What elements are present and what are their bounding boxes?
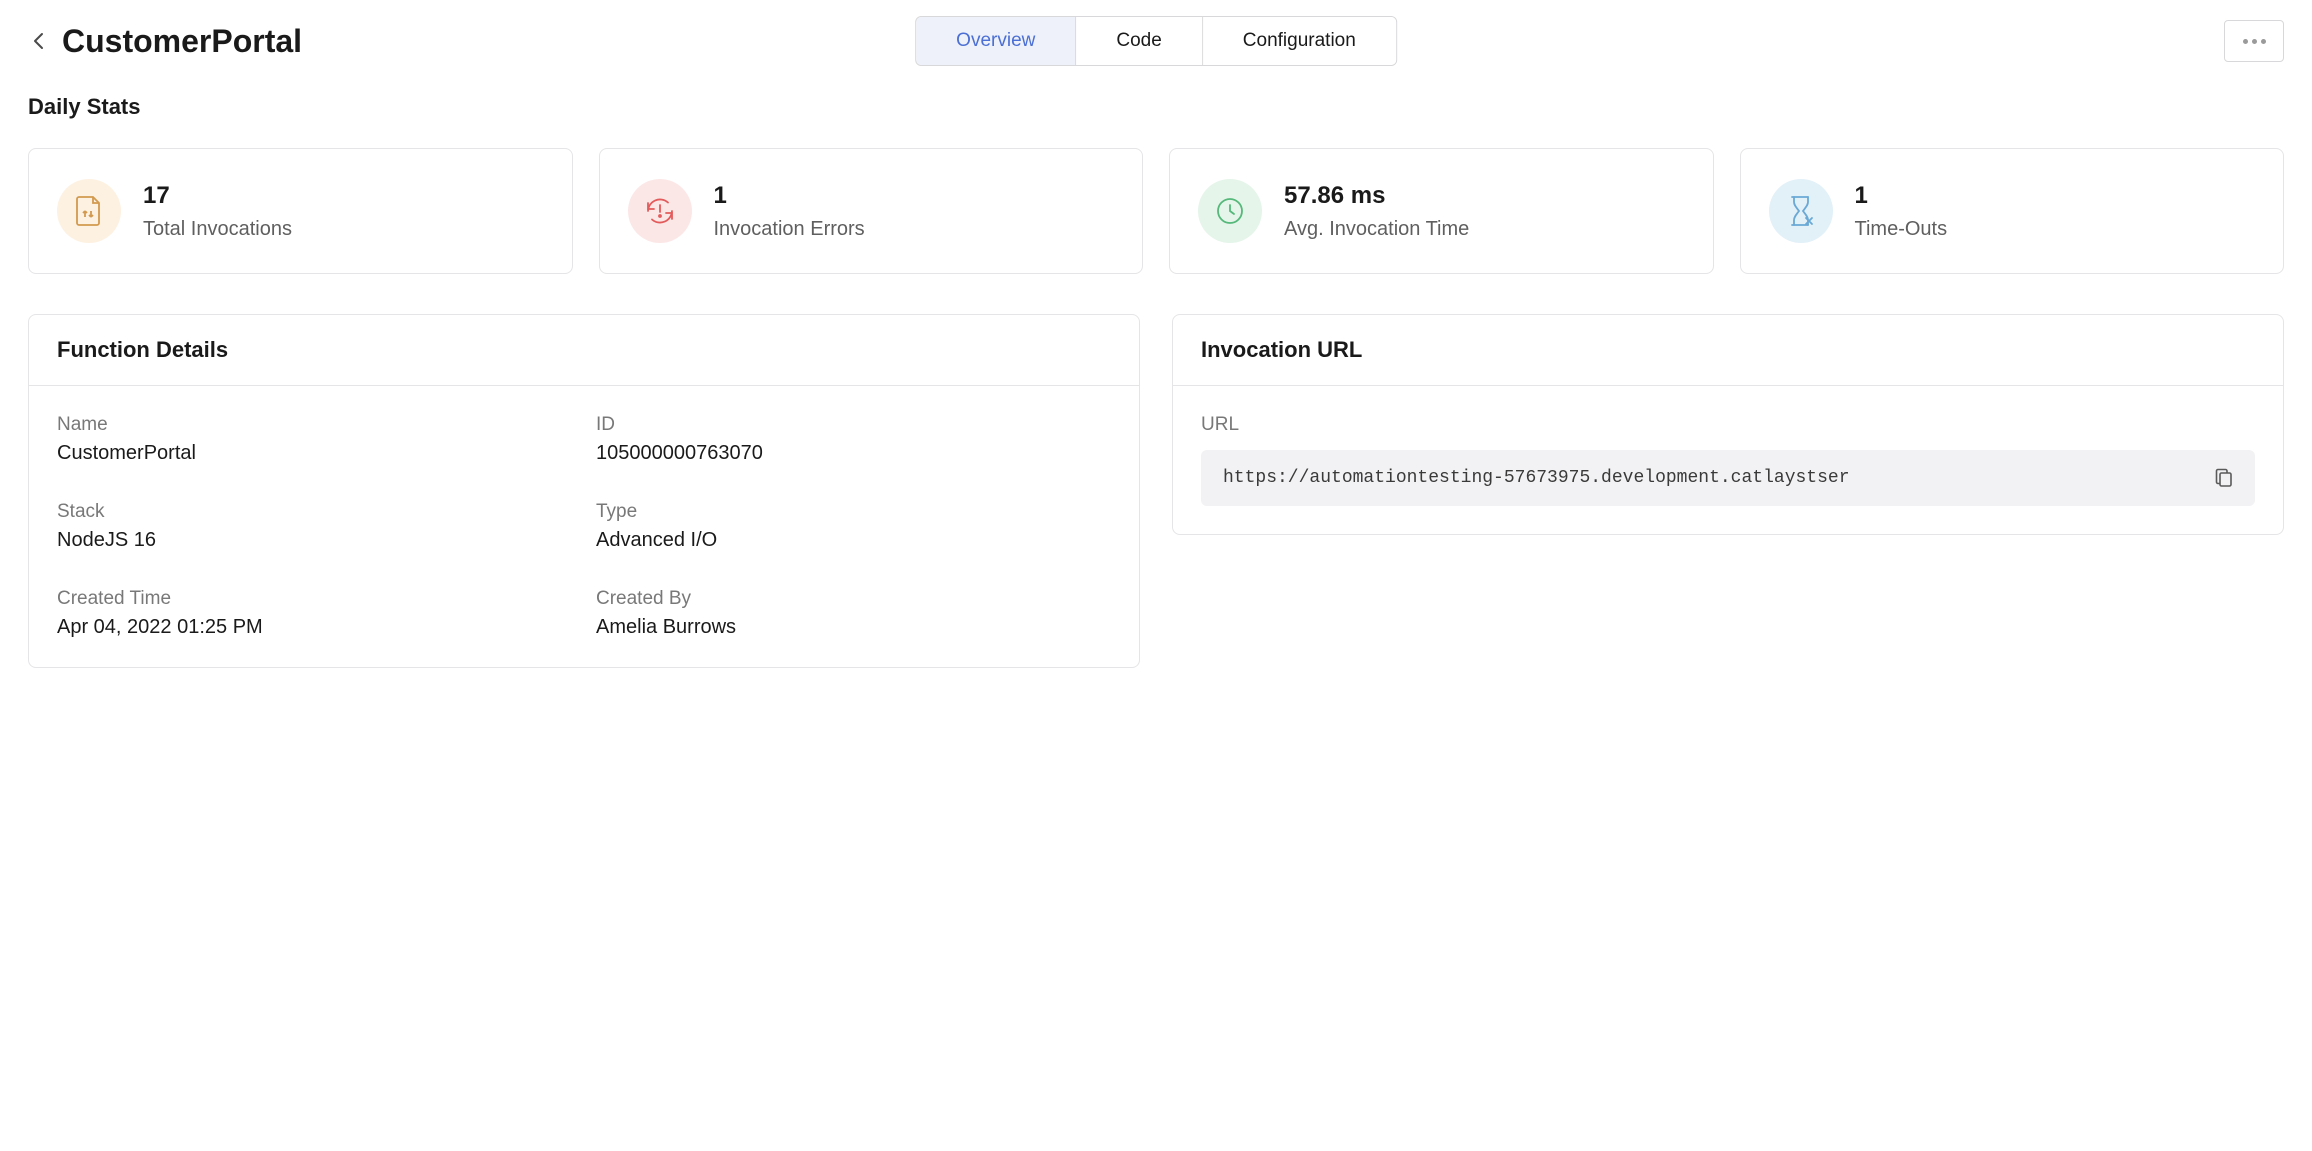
more-dot-icon xyxy=(2261,39,2266,44)
copy-icon xyxy=(2215,468,2233,488)
back-button[interactable] xyxy=(28,31,48,51)
error-retry-icon xyxy=(628,179,692,243)
clock-icon xyxy=(1198,179,1262,243)
detail-item: Type Advanced I/O xyxy=(596,501,1111,552)
tab-configuration[interactable]: Configuration xyxy=(1203,17,1396,65)
detail-item: Stack NodeJS 16 xyxy=(57,501,572,552)
detail-item: ID 105000000763070 xyxy=(596,414,1111,465)
stats-row: 17 Total Invocations 1 Invocation Errors… xyxy=(28,148,2284,274)
card-title: Invocation URL xyxy=(1201,337,2255,363)
url-value: https://automationtesting-57673975.devel… xyxy=(1223,468,2201,488)
daily-stats-heading: Daily Stats xyxy=(28,94,2284,120)
card-title: Function Details xyxy=(57,337,1111,363)
details-row: Function Details Name CustomerPortal ID … xyxy=(28,314,2284,668)
stat-value: 17 xyxy=(143,182,292,210)
detail-label: ID xyxy=(596,414,1111,436)
detail-label: Created By xyxy=(596,588,1111,610)
detail-value: CustomerPortal xyxy=(57,442,572,465)
detail-value: NodeJS 16 xyxy=(57,529,572,552)
detail-value: Amelia Burrows xyxy=(596,616,1111,639)
card-header: Function Details xyxy=(29,315,1139,386)
detail-item: Created Time Apr 04, 2022 01:25 PM xyxy=(57,588,572,639)
detail-value: 105000000763070 xyxy=(596,442,1111,465)
header-row: CustomerPortal Overview Code Configurati… xyxy=(28,20,2284,62)
more-dot-icon xyxy=(2243,39,2248,44)
stat-label: Time-Outs xyxy=(1855,218,1948,241)
stat-label: Total Invocations xyxy=(143,218,292,241)
more-menu-button[interactable] xyxy=(2224,20,2284,62)
file-icon xyxy=(57,179,121,243)
detail-value: Apr 04, 2022 01:25 PM xyxy=(57,616,572,639)
more-dot-icon xyxy=(2252,39,2257,44)
stat-value: 1 xyxy=(714,182,865,210)
stat-card-errors: 1 Invocation Errors xyxy=(599,148,1144,274)
card-header: Invocation URL xyxy=(1173,315,2283,386)
tabs: Overview Code Configuration xyxy=(915,16,1397,66)
detail-label: Created Time xyxy=(57,588,572,610)
stat-value: 1 xyxy=(1855,182,1948,210)
stat-card-invocations: 17 Total Invocations xyxy=(28,148,573,274)
detail-label: Type xyxy=(596,501,1111,523)
hourglass-x-icon xyxy=(1769,179,1833,243)
function-details-grid: Name CustomerPortal ID 105000000763070 S… xyxy=(57,414,1111,639)
url-label: URL xyxy=(1201,414,2255,436)
detail-label: Stack xyxy=(57,501,572,523)
detail-item: Created By Amelia Burrows xyxy=(596,588,1111,639)
tab-overview[interactable]: Overview xyxy=(916,17,1076,65)
detail-item: Name CustomerPortal xyxy=(57,414,572,465)
function-details-card: Function Details Name CustomerPortal ID … xyxy=(28,314,1140,668)
stat-card-avg-time: 57.86 ms Avg. Invocation Time xyxy=(1169,148,1714,274)
detail-value: Advanced I/O xyxy=(596,529,1111,552)
page-title: CustomerPortal xyxy=(62,23,302,60)
chevron-left-icon xyxy=(33,32,44,50)
stat-label: Invocation Errors xyxy=(714,218,865,241)
stat-card-timeouts: 1 Time-Outs xyxy=(1740,148,2285,274)
copy-button[interactable] xyxy=(2215,468,2233,488)
url-box: https://automationtesting-57673975.devel… xyxy=(1201,450,2255,506)
detail-label: Name xyxy=(57,414,572,436)
stat-label: Avg. Invocation Time xyxy=(1284,218,1469,241)
stat-value: 57.86 ms xyxy=(1284,182,1469,210)
invocation-url-card: Invocation URL URL https://automationtes… xyxy=(1172,314,2284,535)
tab-code[interactable]: Code xyxy=(1076,17,1202,65)
